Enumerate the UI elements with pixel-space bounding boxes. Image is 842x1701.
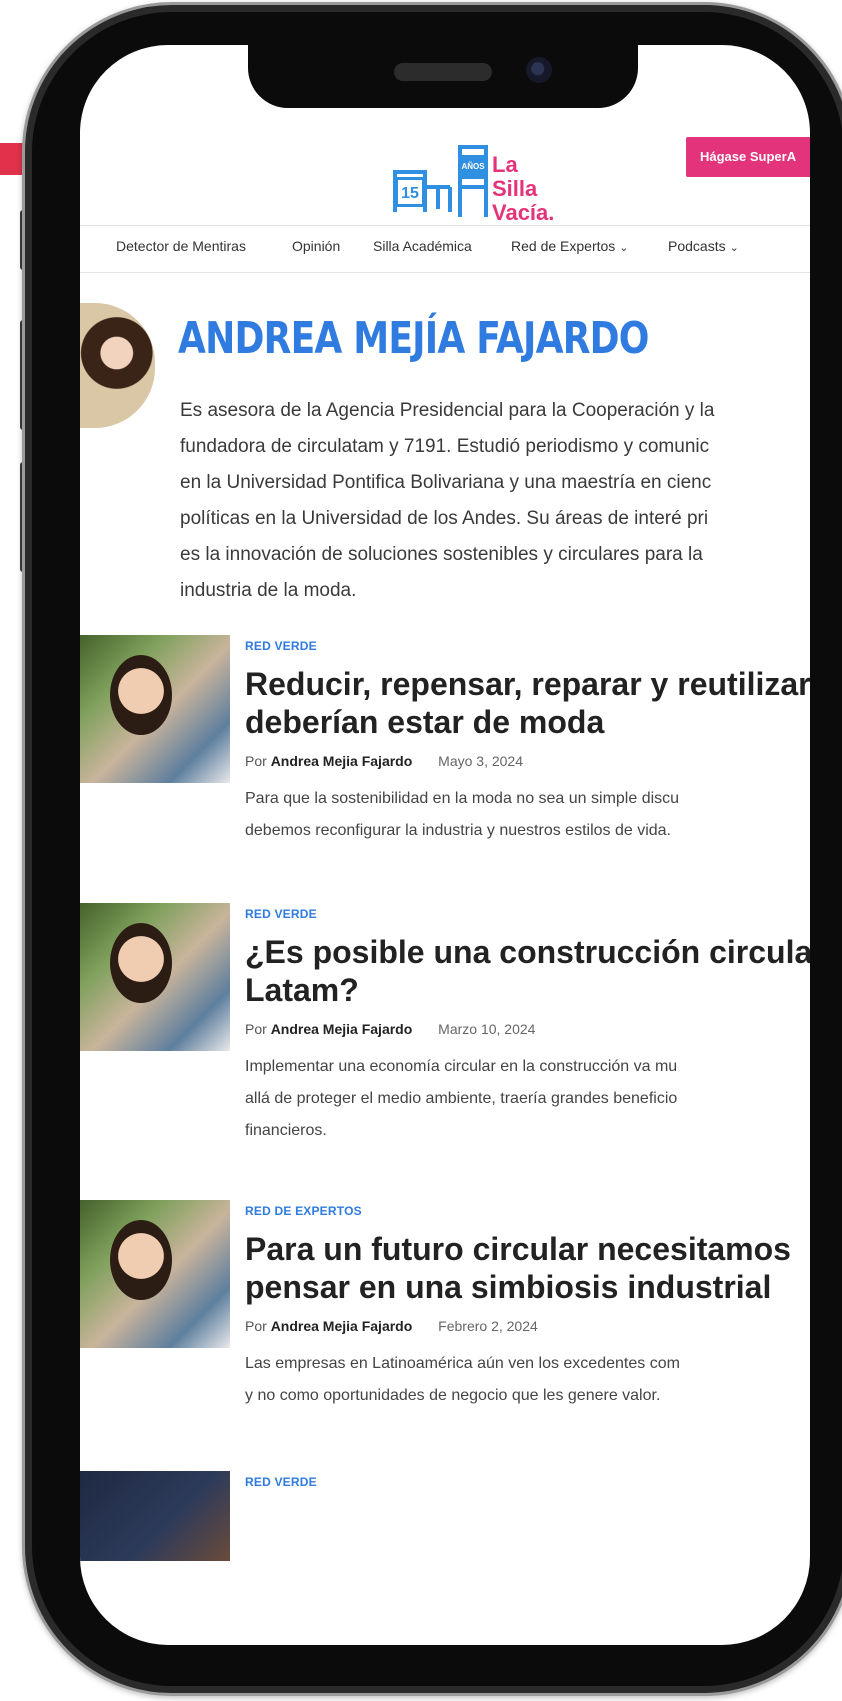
article-excerpt: Las empresas en Latinoamérica aún ven lo… (245, 1348, 810, 1412)
excerpt-line: Para que la sostenibilidad en la moda no… (245, 790, 680, 807)
speaker-grille (394, 63, 492, 81)
front-camera (526, 57, 552, 83)
article-title[interactable]: Reducir, repensar, reparar y reutilizar … (245, 665, 810, 741)
article-title-line: Para un futuro circular necesitamos (245, 1231, 791, 1267)
article-author[interactable]: Andrea Mejia Fajardo (271, 1021, 413, 1037)
article-title-line: Reducir, repensar, reparar y reutilizar (245, 666, 810, 702)
article-meta: Por Andrea Mejia Fajardo Febrero 2, 2024 (245, 1318, 538, 1334)
article-author[interactable]: Andrea Mejia Fajardo (271, 1318, 413, 1334)
phone-screen: 15 AÑOS La Silla Vacía. Hágase SuperA vo… (80, 45, 810, 1645)
logo-text-line: La (492, 152, 518, 177)
nav-item-podcasts[interactable]: Podcasts ⌄ (668, 238, 739, 254)
excerpt-line: y no como oportunidades de negocio que l… (245, 1387, 661, 1404)
article-title-line: ¿Es posible una construcción circula (245, 934, 810, 970)
article-thumbnail[interactable] (80, 1471, 230, 1561)
article-date: Marzo 10, 2024 (438, 1021, 536, 1037)
author-avatar (80, 303, 155, 428)
chevron-down-icon: ⌄ (729, 242, 739, 254)
author-bio-line: fundadora de circulatam y 7191. Estudió … (180, 436, 710, 457)
logo-text: La Silla Vacía. (492, 153, 554, 225)
excerpt-line: debemos reconfigurar la industria y nues… (245, 822, 671, 839)
article-thumbnail[interactable] (80, 903, 230, 1051)
article-meta: Por Andrea Mejia Fajardo Marzo 10, 2024 (245, 1021, 535, 1037)
article-thumbnail[interactable] (80, 635, 230, 783)
author-bio-line: es la innovación de soluciones sostenibl… (180, 544, 703, 565)
byline-prefix: Por (245, 1318, 267, 1334)
article-title-line: Latam? (245, 972, 359, 1008)
article-category[interactable]: RED DE EXPERTOS (245, 1204, 362, 1218)
logo-anniversary-badge: AÑOS (461, 155, 485, 179)
author-bio-line: Es asesora de la Agencia Presidencial pa… (180, 400, 715, 421)
article-date: Febrero 2, 2024 (438, 1318, 538, 1334)
nav-item-label: Podcasts (668, 238, 726, 254)
phone-notch (248, 45, 638, 108)
nav-item-silla-academica[interactable]: Silla Académica (373, 238, 472, 254)
author-bio-line: industria de la moda. (180, 580, 357, 601)
article-category[interactable]: RED VERDE (245, 1475, 317, 1489)
main-nav: vo Detector de Mentiras Opinión Silla Ac… (80, 225, 810, 273)
article-excerpt: Para que la sostenibilidad en la moda no… (245, 783, 810, 847)
excerpt-line: financieros. (245, 1122, 327, 1139)
article-category[interactable]: RED VERDE (245, 907, 317, 921)
article-title-line: pensar en una simbiosis industrial (245, 1269, 772, 1305)
excerpt-line: Implementar una economía circular en la … (245, 1058, 678, 1075)
article-title-line: deberían estar de moda (245, 704, 605, 740)
nav-item-label: Red de Expertos (511, 238, 616, 254)
subscribe-button[interactable]: Hágase SuperA (686, 137, 810, 177)
author-bio-line: en la Universidad Pontifica Bolivariana … (180, 472, 712, 493)
article-author[interactable]: Andrea Mejia Fajardo (271, 753, 413, 769)
article-date: Mayo 3, 2024 (438, 753, 524, 769)
thumbnail-portrait (110, 923, 172, 1003)
article-category[interactable]: RED VERDE (245, 639, 317, 653)
chevron-down-icon: ⌄ (619, 242, 629, 254)
logo-text-line: Silla (492, 176, 538, 201)
article-thumbnail[interactable] (80, 1200, 230, 1348)
author-name: ANDREA MEJÍA FAJARDO (178, 313, 649, 364)
nav-item-detector[interactable]: Detector de Mentiras (116, 238, 246, 254)
byline-prefix: Por (245, 1021, 267, 1037)
author-bio-line: políticas en la Universidad de los Andes… (180, 508, 709, 529)
excerpt-line: allá de proteger el medio ambiente, trae… (245, 1090, 678, 1107)
site-logo[interactable]: 15 AÑOS La Silla Vacía. (390, 117, 570, 227)
thumbnail-portrait (110, 1220, 172, 1300)
article-meta: Por Andrea Mejia Fajardo Mayo 3, 2024 (245, 753, 523, 769)
thumbnail-portrait (110, 655, 172, 735)
article-excerpt: Implementar una economía circular en la … (245, 1051, 810, 1147)
logo-text-line: Vacía. (492, 200, 555, 225)
article-title[interactable]: Para un futuro circular necesitamos pens… (245, 1230, 810, 1306)
article-title[interactable]: ¿Es posible una construcción circula Lat… (245, 933, 810, 1009)
excerpt-line: Las empresas en Latinoamérica aún ven lo… (245, 1355, 680, 1372)
logo-anniversary-number: 15 (395, 177, 425, 207)
author-bio: Es asesora de la Agencia Presidencial pa… (180, 393, 810, 609)
byline-prefix: Por (245, 753, 267, 769)
nav-item-opinion[interactable]: Opinión (292, 238, 340, 254)
nav-item-red-expertos[interactable]: Red de Expertos ⌄ (511, 238, 629, 254)
